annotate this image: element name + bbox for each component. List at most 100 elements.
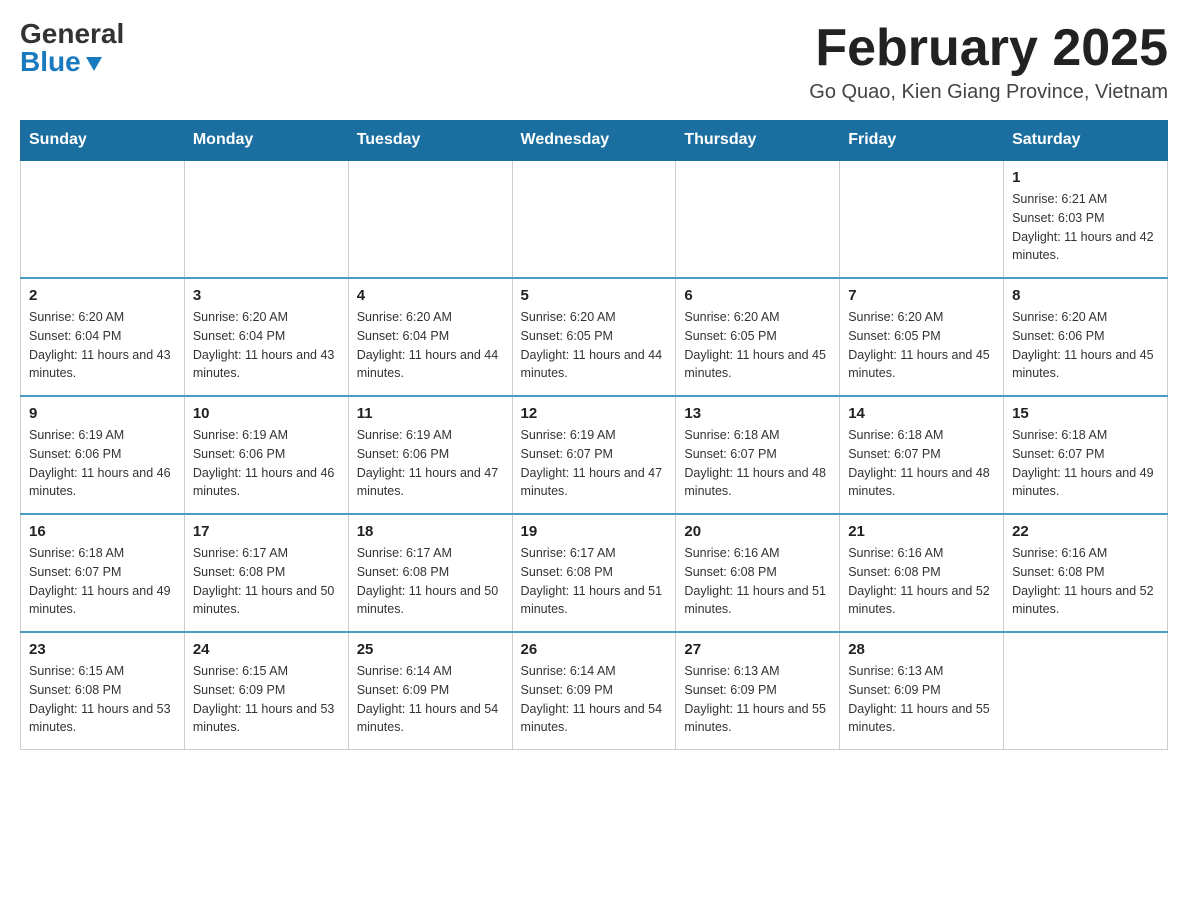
calendar-cell [840, 160, 1004, 278]
calendar-cell: 10 Sunrise: 6:19 AMSunset: 6:06 PMDayligh… [184, 396, 348, 514]
day-number: 26 [521, 641, 668, 658]
day-number: 1 [1012, 169, 1159, 186]
day-info: Sunrise: 6:15 AMSunset: 6:09 PMDaylight:… [193, 662, 340, 737]
calendar-cell: 28 Sunrise: 6:13 AMSunset: 6:09 PMDayligh… [840, 632, 1004, 750]
day-info: Sunrise: 6:18 AMSunset: 6:07 PMDaylight:… [1012, 426, 1159, 501]
calendar-cell: 17 Sunrise: 6:17 AMSunset: 6:08 PMDayligh… [184, 514, 348, 632]
day-number: 24 [193, 641, 340, 658]
logo: General Blue [20, 20, 124, 76]
day-number: 13 [684, 405, 831, 422]
day-number: 10 [193, 405, 340, 422]
calendar-cell: 25 Sunrise: 6:14 AMSunset: 6:09 PMDayligh… [348, 632, 512, 750]
day-info: Sunrise: 6:20 AMSunset: 6:05 PMDaylight:… [684, 308, 831, 383]
calendar-cell: 13Sunrise: 6:18 AMSunset: 6:07 PMDayligh… [676, 396, 840, 514]
calendar-week-row: 9 Sunrise: 6:19 AMSunset: 6:06 PMDaylight… [21, 396, 1168, 514]
calendar-header-sunday: Sunday [21, 121, 185, 161]
calendar-cell: 18 Sunrise: 6:17 AMSunset: 6:08 PMDayligh… [348, 514, 512, 632]
day-info: Sunrise: 6:19 AMSunset: 6:07 PMDaylight:… [521, 426, 668, 501]
day-number: 27 [684, 641, 831, 658]
day-info: Sunrise: 6:21 AMSunset: 6:03 PMDaylight:… [1012, 190, 1159, 265]
day-number: 4 [357, 287, 504, 304]
day-info: Sunrise: 6:14 AMSunset: 6:09 PMDaylight:… [521, 662, 668, 737]
day-info: Sunrise: 6:16 AMSunset: 6:08 PMDaylight:… [1012, 544, 1159, 619]
day-number: 28 [848, 641, 995, 658]
day-info: Sunrise: 6:17 AMSunset: 6:08 PMDaylight:… [521, 544, 668, 619]
day-info: Sunrise: 6:20 AMSunset: 6:04 PMDaylight:… [357, 308, 504, 383]
day-info: Sunrise: 6:14 AMSunset: 6:09 PMDaylight:… [357, 662, 504, 737]
calendar-week-row: 2 Sunrise: 6:20 AMSunset: 6:04 PMDaylight… [21, 278, 1168, 396]
day-number: 7 [848, 287, 995, 304]
day-number: 12 [521, 405, 668, 422]
day-number: 11 [357, 405, 504, 422]
calendar-cell: 15 Sunrise: 6:18 AMSunset: 6:07 PMDayligh… [1004, 396, 1168, 514]
location: Go Quao, Kien Giang Province, Vietnam [809, 81, 1168, 104]
calendar-cell: 5 Sunrise: 6:20 AMSunset: 6:05 PMDaylight… [512, 278, 676, 396]
day-number: 17 [193, 523, 340, 540]
calendar-cell: 20 Sunrise: 6:16 AMSunset: 6:08 PMDayligh… [676, 514, 840, 632]
day-info: Sunrise: 6:17 AMSunset: 6:08 PMDaylight:… [193, 544, 340, 619]
calendar-cell: 7 Sunrise: 6:20 AMSunset: 6:05 PMDaylight… [840, 278, 1004, 396]
day-number: 9 [29, 405, 176, 422]
calendar-header-monday: Monday [184, 121, 348, 161]
day-info: Sunrise: 6:13 AMSunset: 6:09 PMDaylight:… [848, 662, 995, 737]
day-info: Sunrise: 6:20 AMSunset: 6:06 PMDaylight:… [1012, 308, 1159, 383]
day-info: Sunrise: 6:18 AMSunset: 6:07 PMDaylight:… [848, 426, 995, 501]
day-info: Sunrise: 6:16 AMSunset: 6:08 PMDaylight:… [848, 544, 995, 619]
calendar-cell: 22 Sunrise: 6:16 AMSunset: 6:08 PMDayligh… [1004, 514, 1168, 632]
day-info: Sunrise: 6:19 AMSunset: 6:06 PMDaylight:… [29, 426, 176, 501]
logo-triangle-icon [84, 53, 104, 73]
day-number: 25 [357, 641, 504, 658]
calendar-cell: 3 Sunrise: 6:20 AMSunset: 6:04 PMDaylight… [184, 278, 348, 396]
calendar-cell: 27 Sunrise: 6:13 AMSunset: 6:09 PMDayligh… [676, 632, 840, 750]
calendar-cell [348, 160, 512, 278]
day-number: 18 [357, 523, 504, 540]
day-info: Sunrise: 6:18 AMSunset: 6:07 PMDaylight:… [29, 544, 176, 619]
logo-general-text: General [20, 20, 124, 48]
day-info: Sunrise: 6:15 AMSunset: 6:08 PMDaylight:… [29, 662, 176, 737]
calendar-cell: 2Sunrise: 6:20 AMSunset: 6:04 PMDaylight… [21, 278, 185, 396]
calendar-cell [1004, 632, 1168, 750]
day-number: 21 [848, 523, 995, 540]
day-info: Sunrise: 6:20 AMSunset: 6:05 PMDaylight:… [521, 308, 668, 383]
day-info: Sunrise: 6:19 AMSunset: 6:06 PMDaylight:… [193, 426, 340, 501]
day-number: 20 [684, 523, 831, 540]
calendar-cell: 1 Sunrise: 6:21 AMSunset: 6:03 PMDaylight… [1004, 160, 1168, 278]
day-number: 22 [1012, 523, 1159, 540]
calendar-cell: 14Sunrise: 6:18 AMSunset: 6:07 PMDayligh… [840, 396, 1004, 514]
calendar-week-row: 16 Sunrise: 6:18 AMSunset: 6:07 PMDayligh… [21, 514, 1168, 632]
day-info: Sunrise: 6:19 AMSunset: 6:06 PMDaylight:… [357, 426, 504, 501]
calendar-cell: 11 Sunrise: 6:19 AMSunset: 6:06 PMDayligh… [348, 396, 512, 514]
day-info: Sunrise: 6:16 AMSunset: 6:08 PMDaylight:… [684, 544, 831, 619]
calendar-cell [184, 160, 348, 278]
day-number: 16 [29, 523, 176, 540]
day-number: 6 [684, 287, 831, 304]
day-info: Sunrise: 6:20 AMSunset: 6:05 PMDaylight:… [848, 308, 995, 383]
month-title: February 2025 [809, 20, 1168, 77]
calendar-cell [676, 160, 840, 278]
calendar-cell: 16 Sunrise: 6:18 AMSunset: 6:07 PMDayligh… [21, 514, 185, 632]
title-section: February 2025 Go Quao, Kien Giang Provin… [809, 20, 1168, 104]
day-number: 15 [1012, 405, 1159, 422]
calendar-cell: 19Sunrise: 6:17 AMSunset: 6:08 PMDayligh… [512, 514, 676, 632]
calendar-cell: 26 Sunrise: 6:14 AMSunset: 6:09 PMDayligh… [512, 632, 676, 750]
calendar-cell [21, 160, 185, 278]
calendar-cell: 8 Sunrise: 6:20 AMSunset: 6:06 PMDaylight… [1004, 278, 1168, 396]
day-info: Sunrise: 6:17 AMSunset: 6:08 PMDaylight:… [357, 544, 504, 619]
calendar-week-row: 1 Sunrise: 6:21 AMSunset: 6:03 PMDaylight… [21, 160, 1168, 278]
calendar-header-friday: Friday [840, 121, 1004, 161]
calendar-header-saturday: Saturday [1004, 121, 1168, 161]
day-info: Sunrise: 6:20 AMSunset: 6:04 PMDaylight:… [193, 308, 340, 383]
day-info: Sunrise: 6:13 AMSunset: 6:09 PMDaylight:… [684, 662, 831, 737]
day-number: 5 [521, 287, 668, 304]
page-header: General Blue February 2025 Go Quao, Kien… [20, 20, 1168, 104]
calendar-cell: 12 Sunrise: 6:19 AMSunset: 6:07 PMDayligh… [512, 396, 676, 514]
calendar-cell: 24 Sunrise: 6:15 AMSunset: 6:09 PMDayligh… [184, 632, 348, 750]
calendar-cell: 9 Sunrise: 6:19 AMSunset: 6:06 PMDaylight… [21, 396, 185, 514]
calendar-header-tuesday: Tuesday [348, 121, 512, 161]
calendar-cell [512, 160, 676, 278]
day-number: 8 [1012, 287, 1159, 304]
day-number: 23 [29, 641, 176, 658]
calendar-table: SundayMondayTuesdayWednesdayThursdayFrid… [20, 120, 1168, 750]
day-number: 2 [29, 287, 176, 304]
day-number: 3 [193, 287, 340, 304]
